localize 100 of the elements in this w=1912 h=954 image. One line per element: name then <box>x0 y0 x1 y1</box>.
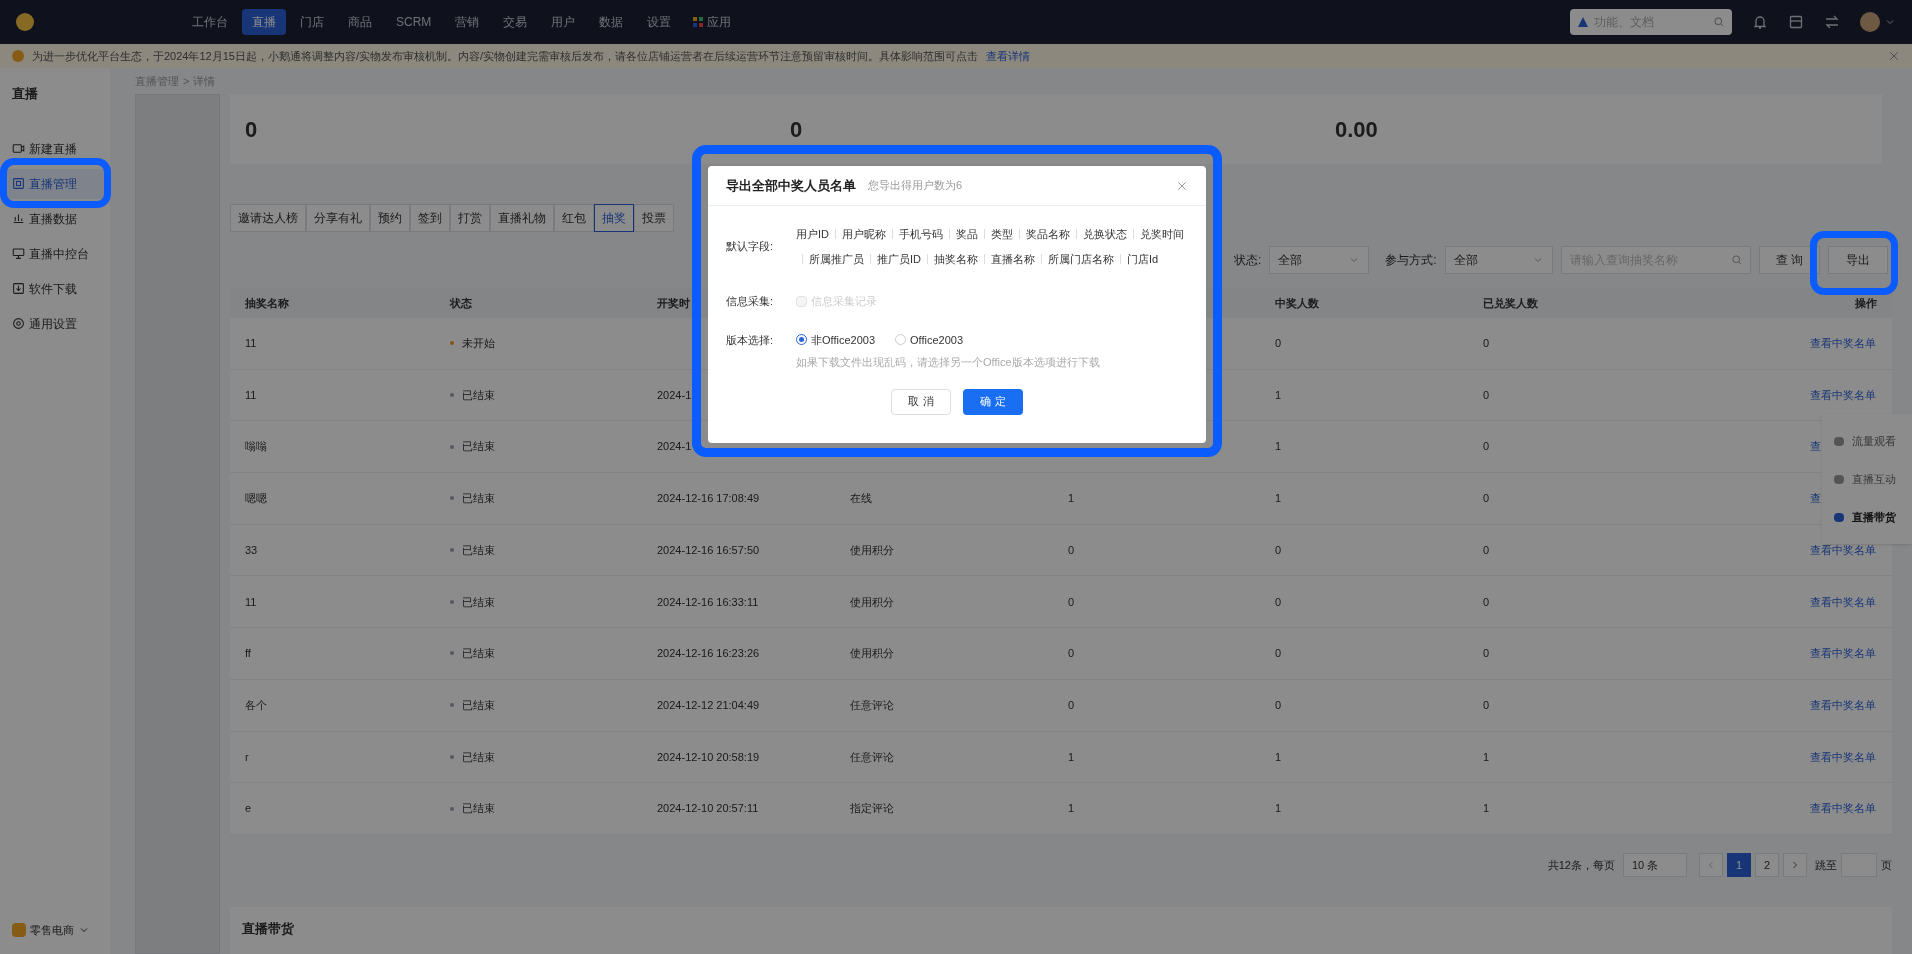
table-cell-text: 任意评论 <box>850 697 894 713</box>
table-cell-text: 0 <box>1483 336 1490 352</box>
nav-tab[interactable]: 门店 <box>290 9 334 35</box>
column-header: 开奖时 <box>657 296 690 309</box>
sidebar-item[interactable]: 直播中控台 <box>4 238 106 269</box>
next-page-button[interactable] <box>1783 852 1807 877</box>
table-cell-text: 2024-12-10 20:57:11 <box>657 801 759 817</box>
table-cell-text: 1 <box>1275 439 1282 455</box>
status-select[interactable]: 全部 <box>1269 246 1370 274</box>
view-winners-link[interactable]: 查看中奖名单 <box>1810 647 1876 660</box>
view-winners-link[interactable]: 查看中奖名单 <box>1810 543 1876 556</box>
field-tag: 所属推广员 <box>809 250 864 267</box>
nav-tab[interactable]: 设置 <box>637 9 682 35</box>
tab[interactable]: 签到 <box>410 204 450 232</box>
close-icon <box>1888 50 1900 62</box>
nav-tab[interactable]: 商品 <box>338 9 382 35</box>
mode-select[interactable]: 全部 <box>1444 246 1553 274</box>
cancel-button[interactable]: 取 消 <box>891 388 951 415</box>
page-size-select[interactable]: 10 条 <box>1623 852 1687 877</box>
nav-tab[interactable]: 营销 <box>445 9 490 35</box>
column-header: 状态 <box>450 296 472 309</box>
view-winners-link[interactable]: 查看中奖名单 <box>1810 337 1876 350</box>
page-button[interactable]: 2 <box>1755 852 1779 877</box>
table-cell-text: 0 <box>1275 646 1282 662</box>
close-icon <box>1176 179 1188 192</box>
table-cell-text: 使用积分 <box>850 594 894 610</box>
confirm-button[interactable]: 确 定 <box>963 388 1023 415</box>
field-tag: 直播名称 <box>991 250 1035 267</box>
sidebar-item[interactable]: 直播数据 <box>4 203 106 234</box>
close-button[interactable] <box>1176 179 1188 192</box>
tab[interactable]: 分享有礼 <box>306 204 370 232</box>
field-tag: 奖品名称 <box>1026 226 1070 243</box>
table-cell-text: 0 <box>1483 491 1490 507</box>
view-winners-link[interactable]: 查看中奖名单 <box>1810 388 1876 401</box>
swap-icon <box>1824 14 1840 30</box>
table-cell-text: 1 <box>1068 491 1075 507</box>
nav-tab[interactable]: 交易 <box>493 9 538 35</box>
table-cell-text: 2024-12-16 16:23:26 <box>657 646 760 662</box>
table-cell-text: 2024-12-10 20:58:19 <box>657 749 760 765</box>
field-label: 信息采集: <box>726 294 775 309</box>
panel-item-icon <box>1834 512 1844 522</box>
stat-value: 0 <box>790 116 803 142</box>
table-cell-text: 嗯嗯 <box>245 491 267 507</box>
stat-value: 0 <box>245 116 258 142</box>
page-button[interactable]: 1 <box>1727 852 1751 877</box>
tab[interactable]: 打赏 <box>450 204 490 232</box>
tab[interactable]: 直播礼物 <box>490 204 554 232</box>
table-cell-text: 1 <box>1483 801 1490 817</box>
table-cell-text: 使用积分 <box>850 542 894 558</box>
view-winners-link[interactable]: 查 <box>1810 492 1821 505</box>
nav-tab[interactable]: 工作台 <box>182 9 238 35</box>
tab[interactable]: 邀请达人榜 <box>230 204 306 232</box>
notice-link[interactable]: 查看详情 <box>986 47 1031 65</box>
table-cell-text: 33 <box>245 542 258 558</box>
apps-button[interactable]: 应用 <box>685 13 740 31</box>
table-cell-text: 2024-12-16 17:08:49 <box>657 491 760 507</box>
settings-icon <box>12 317 25 330</box>
table-cell-text: 0 <box>1068 594 1075 610</box>
tab[interactable]: 抽奖 <box>594 204 634 232</box>
table-cell-text: 指定评论 <box>850 801 894 817</box>
table-cell-text: 2024-1 <box>657 439 692 455</box>
table-cell-text: 0 <box>1483 697 1490 713</box>
table-cell-text: 已结束 <box>462 594 495 610</box>
column-header: 中奖人数 <box>1275 296 1319 309</box>
search-icon <box>1713 16 1725 28</box>
view-winners-link[interactable]: 查 <box>1810 440 1821 453</box>
table-cell-text: 11 <box>245 594 257 610</box>
sidebar-item[interactable]: 新建直播 <box>4 133 106 164</box>
view-winners-link[interactable]: 查看中奖名单 <box>1810 802 1876 815</box>
view-winners-link[interactable]: 查看中奖名单 <box>1810 595 1876 608</box>
box-icon <box>1788 14 1804 30</box>
sidebar-item[interactable]: 通用设置 <box>4 308 106 339</box>
table-cell-text: 0 <box>1483 542 1490 558</box>
table-cell-text: 0 <box>1483 439 1490 455</box>
store-switcher[interactable]: 零售电商 <box>12 921 98 938</box>
square-icon <box>12 177 25 190</box>
nav-tab[interactable]: 用户 <box>541 9 586 35</box>
avatar[interactable] <box>1860 12 1880 32</box>
export-button[interactable]: 导出 <box>1828 246 1888 274</box>
tab[interactable]: 预约 <box>370 204 410 232</box>
table-cell-text: 已结束 <box>462 697 495 713</box>
field-tag: 抽奖名称 <box>934 250 978 267</box>
view-winners-link[interactable]: 查看中奖名单 <box>1810 750 1876 763</box>
nav-tab[interactable]: SCRM <box>386 9 442 35</box>
panel-item-icon <box>1834 474 1844 484</box>
sidebar-item[interactable]: 软件下载 <box>4 273 106 304</box>
table-cell-text: 嗡嗡 <box>245 439 267 455</box>
table-cell-text: 0 <box>1068 697 1075 713</box>
dialog-title: 导出全部中奖人员名单 <box>726 176 856 195</box>
table-cell-text: 各个 <box>245 697 267 713</box>
view-winners-link[interactable]: 查看中奖名单 <box>1810 698 1876 711</box>
nav-tab[interactable]: 直播 <box>242 9 286 35</box>
tab[interactable]: 投票 <box>634 204 674 232</box>
sidebar-item[interactable]: 直播管理 <box>4 168 106 199</box>
panel-item-icon <box>1834 436 1844 446</box>
tab[interactable]: 红包 <box>554 204 594 232</box>
field-tag: 奖品 <box>956 226 978 243</box>
nav-tab[interactable]: 数据 <box>589 9 634 35</box>
bell-icon <box>1752 14 1768 30</box>
jump-label: 跳至 <box>1815 857 1837 873</box>
